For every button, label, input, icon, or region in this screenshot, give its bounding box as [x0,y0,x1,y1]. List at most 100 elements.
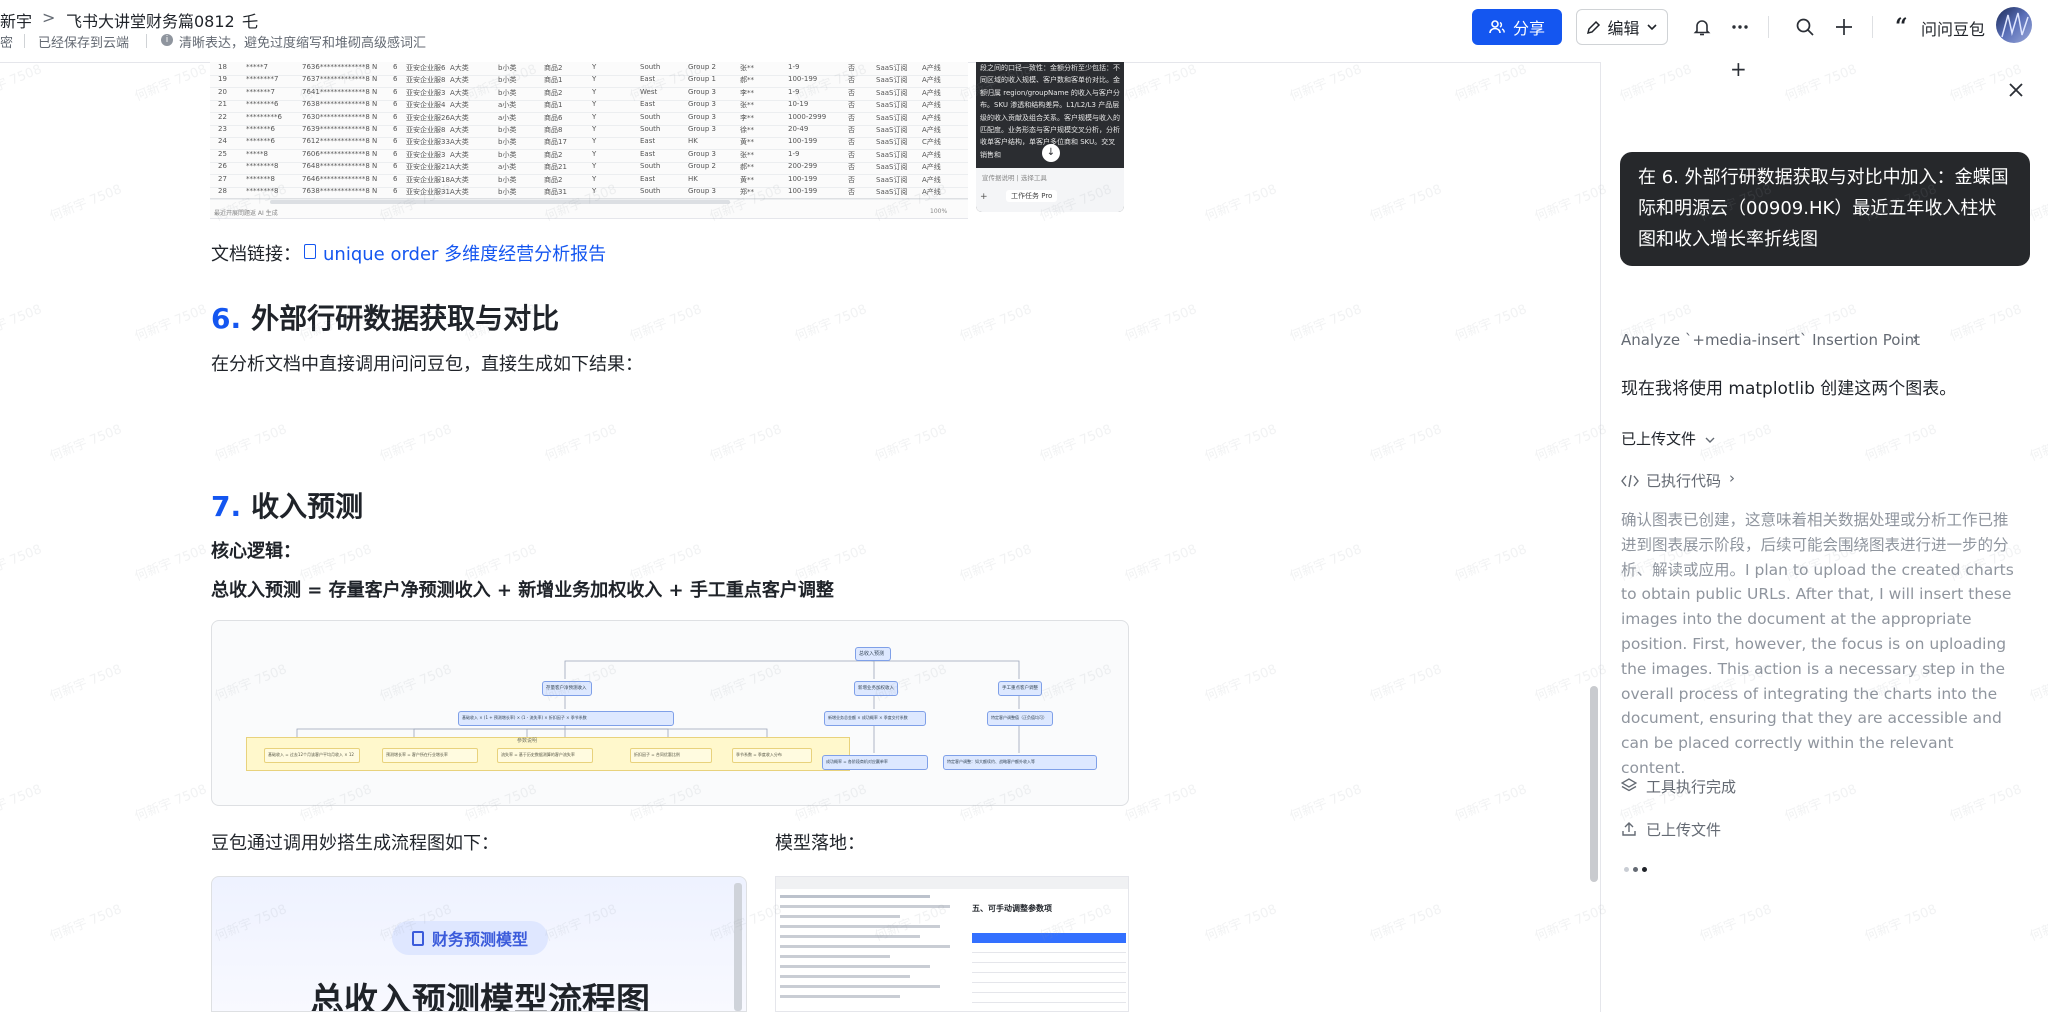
share-user-icon [1489,20,1505,34]
sheet-cell: Y [592,137,597,146]
document-scrollbar[interactable] [1590,686,1598,882]
sheet-cell: 6 [393,112,398,121]
sheet-cell: 否 [848,101,855,110]
watermark: 何新宇 7508 [1122,542,1199,585]
sheet-cell: 张** [740,150,754,159]
sheet-cell: A大类 [450,113,469,122]
sheet-cell: 李** [740,113,754,122]
bell-icon[interactable] [1688,13,1716,41]
watermark: 何新宇 7508 [47,902,124,945]
document-icon [411,930,424,946]
doc-title[interactable]: 飞书大讲堂财务篇0812 [66,8,235,32]
assistant-reply: 现在我将使用 matplotlib 创建这两个图表。 [1621,379,1957,399]
layers-icon [1621,778,1637,792]
sheet-cell: 26 [218,162,227,171]
sheet-cell: SaaS订阅 [876,101,908,110]
sheet-ai-popup: 段之间的口径一致性：金额分析至少包括：不同区域的收入规模、客户数和客单价对比。金… [976,62,1124,212]
watermark: 何新宇 7508 [132,542,209,585]
sheet-cell: 25 [218,149,227,158]
sheet-status-text: 最近开展問題返 AI 生成 [214,210,278,217]
flow-leaf-node: 季节系数 = 季度收入分布 [732,748,812,763]
watermark: 何新宇 7508 [1037,422,1114,465]
upload-icon [1622,822,1636,836]
sheet-cell: b小类 [498,138,517,147]
executed-code-step[interactable]: 已执行代码 [1646,470,1721,491]
close-icon[interactable] [2006,80,2026,104]
sheet-cell: 7641*************8 N [302,87,378,96]
sheet-cell: 7630*************8 N [302,112,378,121]
sheet-cell: Y [592,149,597,158]
avatar[interactable] [1996,7,2032,43]
sheet-cell: A大类 [450,150,469,159]
sheet-cell: Y [592,174,597,183]
model-heading: 五、可手动调整参数项 [972,904,1052,913]
sheet-cell: 黄** [740,175,754,184]
sheet-cell: 郝** [740,163,754,172]
watermark: 何新宇 7508 [792,302,869,345]
sheet-cell: 1000-2999 [788,112,827,121]
new-chat-plus-icon[interactable]: + [1730,57,1747,81]
sheet-cell: A大类 [450,138,469,147]
sheet-cell: 18 [218,63,227,71]
plus-icon[interactable] [1830,13,1858,41]
sheet-cell: 6 [393,125,398,133]
sheet-cell: 7636*************8 N [302,63,378,71]
sheet-cell: 1-9 [788,87,800,96]
sheet-cell: 郑** [740,188,754,196]
user-message-bubble: 在 6. 外部行研数据获取与对比中加入：金蝶国际和明源云（00909.HK）最近… [1620,152,2030,266]
doc-link[interactable]: unique order 多维度经营分析报告 [323,240,606,266]
flow-leaf-label: 成功概率 = 各阶段商机对应赢单率 [826,759,888,764]
tip-text: 清晰表达，避免过度缩写和堆砌高级感词汇 [179,36,427,51]
sheet-cell: SaaS订阅 [876,188,908,196]
flow-leaf-label: 基础收入 = 过去12个月该客户平均月收入 × 12 [268,752,354,757]
watermark: 何新宇 7508 [872,422,949,465]
flow-branch-label: 新增业务加权收入 [858,686,894,691]
sheet-cell: East [640,100,656,109]
edit-button[interactable]: 编辑 [1576,9,1668,45]
sheet-cell: Y [592,100,597,109]
sheet-cell: 郝** [740,76,754,85]
sheet-cell: ********7 [246,75,279,84]
sheet-zoom: 100% [930,208,948,215]
more-icon[interactable] [1726,13,1754,41]
author-name[interactable]: 新宇 [0,8,32,32]
flow-root-node: 总收入预测 [855,647,891,661]
sheet-cell: 亚安企业服31 [406,188,450,196]
watermark: 何新宇 7508 [0,62,44,105]
flowchart-image: 总收入预测 存量客户净预测收入 新增业务加权收入 手工重点客户调整 基础收入 ×… [211,620,1129,806]
share-button[interactable]: 分享 [1472,9,1562,45]
sheet-cell: 7606*************8 N [302,149,378,158]
doc-link-prefix: 文档链接： [211,244,301,265]
sheet-cell: 商品2 [544,88,563,97]
sheet-cell: A产线 [922,175,941,184]
watermark: 何新宇 7508 [377,422,454,465]
sheet-cell: b小类 [498,175,517,184]
sheet-cell: ********8 [246,162,279,171]
flow-branch-label: 手工重点客户调整 [1002,686,1038,691]
search-icon[interactable] [1791,13,1819,41]
sheet-cell: 亚安企业服3 [406,150,446,159]
uploaded-files-toggle[interactable]: 已上传文件 [1621,428,1696,449]
quote-icon: “ [1895,14,1908,40]
sheet-cell: Y [592,87,597,96]
divider [146,34,147,48]
pin-icon[interactable]: 乇 [242,8,258,32]
divider [1768,16,1769,38]
sheet-cell: SaaS订阅 [876,163,908,172]
sheet-cell: A产线 [922,88,941,97]
watermark: 何新宇 7508 [1532,902,1609,945]
flow-branch-node: 存量客户净预测收入 [542,681,592,696]
analyze-step[interactable]: Analyze `+media-insert` Insertion Point [1621,331,1920,349]
watermark: 何新宇 7508 [1452,542,1529,585]
flow-leaf-label: 季节系数 = 季度收入分布 [736,752,782,757]
watermark: 何新宇 7508 [1122,782,1199,825]
section-6-number: 6. [211,302,242,335]
watermark: 何新宇 7508 [132,782,209,825]
sheet-cell: East [640,149,656,158]
watermark: 何新宇 7508 [1202,662,1279,705]
flow-leaf-label: 折扣因子 = 合同优惠比例 [634,752,680,757]
ask-doubao-button[interactable]: 问问豆包 [1921,16,1985,40]
sheet-cell: Y [592,112,597,121]
sheet-cell: Y [592,75,597,84]
sheet-cell: 6 [393,63,398,71]
